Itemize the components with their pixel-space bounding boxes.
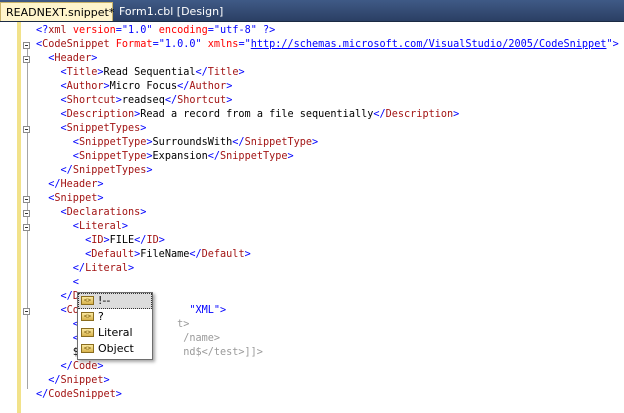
code-line-7: <Description>Read a record from a file s…: [36, 109, 460, 120]
code-line-19: <: [36, 277, 79, 288]
code-line-2: <CodeSnippet Format="1.0.0" xmlns="http:…: [36, 39, 619, 50]
collapse-declarations-toggle[interactable]: [23, 210, 30, 217]
xml-element-icon: <>: [81, 312, 94, 321]
code-line-26: </Snippet>: [36, 375, 110, 386]
xml-element-icon: <>: [81, 328, 94, 337]
intellisense-popup[interactable]: <> !-- <> ? <> Literal <> Object: [77, 292, 153, 360]
tab-form1-design[interactable]: Form1.cbl [Design]: [114, 2, 228, 21]
code-line-10: <SnippetType>Expansion</SnippetType>: [36, 151, 294, 162]
tab-readnext-snippet[interactable]: READNEXT.snippet*: [0, 2, 114, 21]
xml-element-icon: <>: [81, 296, 94, 305]
code-line-9: <SnippetType>SurroundsWith</SnippetType>: [36, 137, 319, 148]
outline-guide: [27, 49, 28, 389]
collapse-codesnippet-toggle[interactable]: [23, 42, 30, 49]
code-line-1: <?xml version="1.0" encoding="utf-8" ?>: [36, 25, 276, 36]
code-line-27: </CodeSnippet>: [36, 389, 122, 400]
code-line-12: </Header>: [36, 179, 104, 190]
collapse-literal-toggle[interactable]: [23, 224, 30, 231]
code-line-18: </Literal>: [36, 263, 135, 274]
code-line-6: <Shortcut>readseq</Shortcut>: [36, 95, 233, 106]
tab-strip: READNEXT.snippet* Form1.cbl [Design]: [0, 0, 624, 22]
code-line-15: <Literal>: [36, 221, 129, 232]
code-line-3: <Header>: [36, 53, 98, 64]
code-line-25: </Code>: [36, 361, 104, 372]
code-line-13: <Snippet>: [36, 193, 104, 204]
code-line-16: <ID>FILE</ID>: [36, 235, 165, 246]
collapse-snippettypes-toggle[interactable]: [23, 126, 30, 133]
code-line-14: <Declarations>: [36, 207, 147, 218]
collapse-header-toggle[interactable]: [23, 56, 30, 63]
collapse-snippet-toggle[interactable]: [23, 196, 30, 203]
code-line-5: <Author>Micro Focus</Author>: [36, 81, 233, 92]
completion-item-object[interactable]: <> Object: [78, 341, 152, 357]
completion-item-processing-instruction[interactable]: <> ?: [78, 309, 152, 325]
xml-element-icon: <>: [81, 344, 94, 353]
code-line-11: </SnippetTypes>: [36, 165, 153, 176]
code-line-20: </D: [36, 291, 79, 302]
modified-lines-bar: [17, 22, 21, 413]
completion-item-comment[interactable]: <> !--: [78, 293, 152, 309]
collapse-code-toggle[interactable]: [23, 308, 30, 315]
code-line-17: <Default>FileName</Default>: [36, 249, 251, 260]
code-line-8: <SnippetTypes>: [36, 123, 147, 134]
code-line-4: <Title>Read Sequential</Title>: [36, 67, 245, 78]
completion-item-literal[interactable]: <> Literal: [78, 325, 152, 341]
